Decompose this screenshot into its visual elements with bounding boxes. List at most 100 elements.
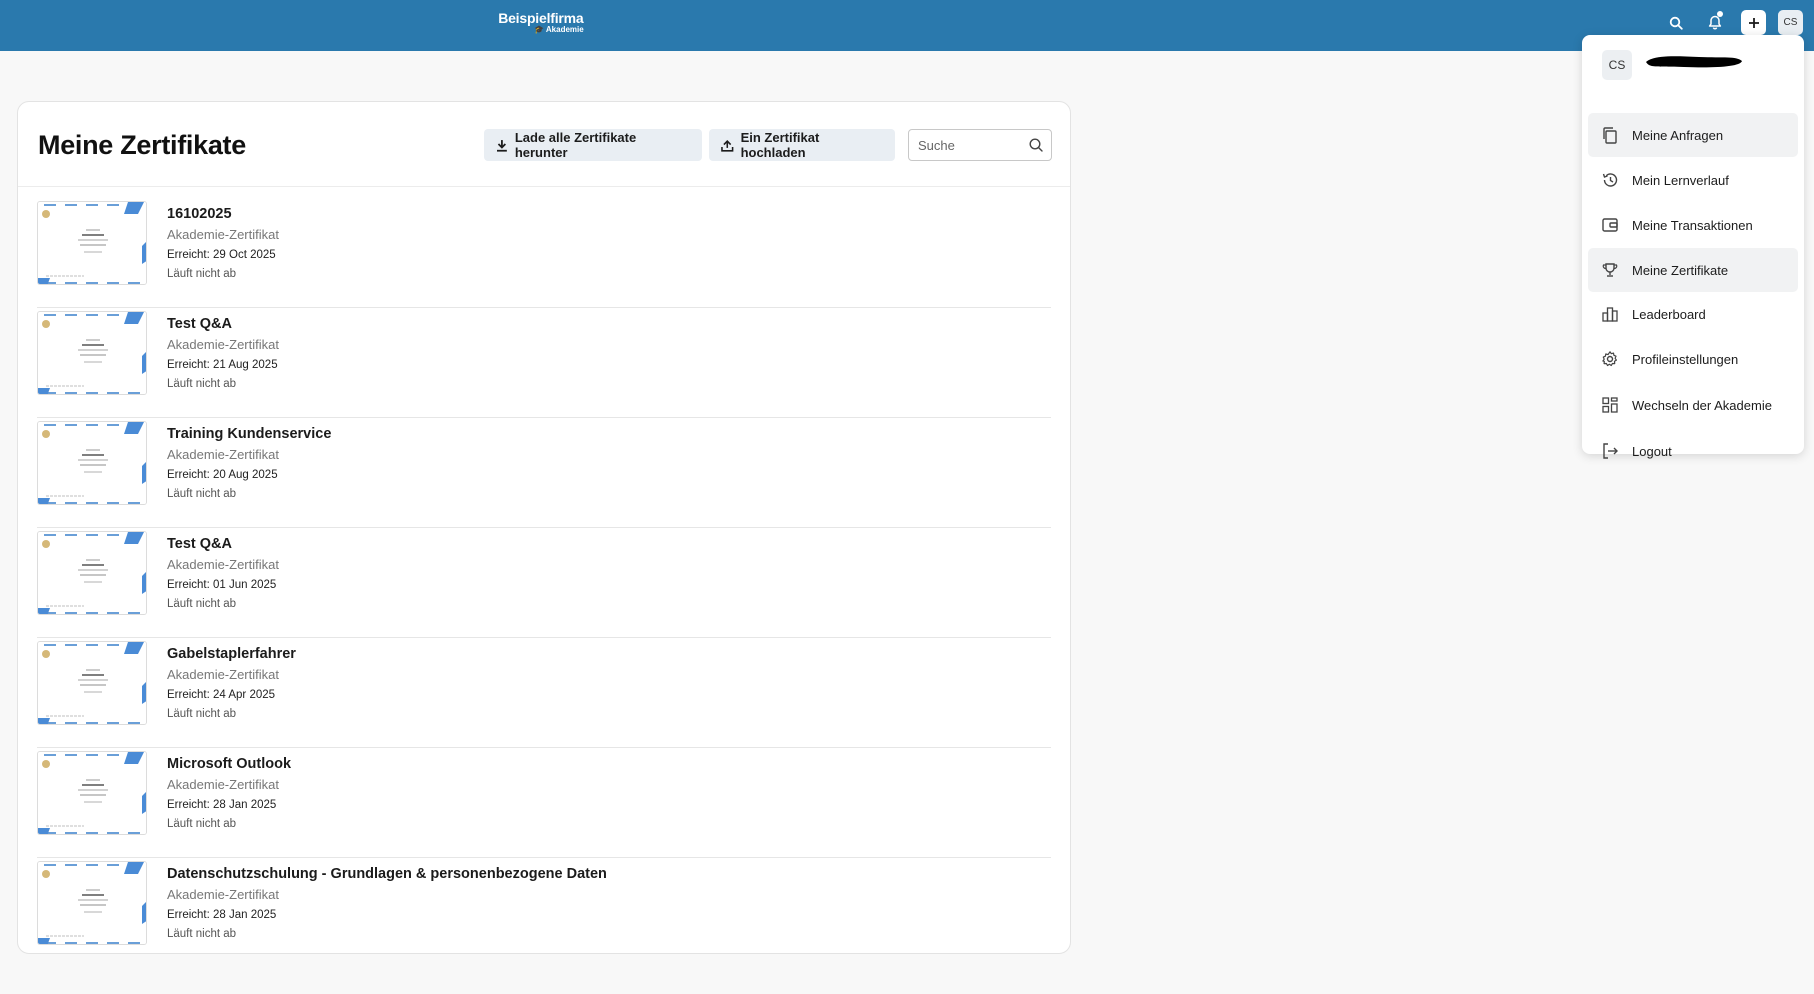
menu-item-label: Mein Lernverlauf xyxy=(1632,172,1729,188)
certificate-thumbnail[interactable] xyxy=(37,421,147,505)
plus-icon xyxy=(1748,17,1759,28)
certificate-preview-graphic xyxy=(38,752,146,834)
menu-item-label: Logout xyxy=(1632,443,1672,459)
certificate-title[interactable]: Gabelstaplerfahrer xyxy=(167,646,296,662)
certificate-thumbnail[interactable] xyxy=(37,201,147,285)
search-field[interactable] xyxy=(908,129,1052,161)
certificate-achieved-date: Erreicht: 20 Aug 2025 xyxy=(167,469,278,481)
certificate-list: 16102025 Akademie-Zertifikat Erreicht: 29 … xyxy=(37,198,1051,968)
menu-item-label: Meine Anfragen xyxy=(1632,127,1724,143)
header-divider xyxy=(18,186,1070,187)
certificate-row[interactable]: 16102025 Akademie-Zertifikat Erreicht: 29 … xyxy=(37,198,1051,308)
user-menu: CS Meine Anfragen Mein Lernverlauf Meine T… xyxy=(1582,35,1804,459)
gear-icon xyxy=(1601,350,1619,368)
certificate-preview-graphic xyxy=(38,532,146,614)
certificate-expiry: Läuft nicht ab xyxy=(167,928,237,940)
certificate-preview-graphic xyxy=(38,422,146,504)
history-icon xyxy=(1601,171,1619,189)
search-button[interactable] xyxy=(1663,10,1688,35)
menu-item-meine-zertifikate[interactable]: Meine Zertifikate xyxy=(1588,248,1798,292)
certificate-row[interactable]: Gabelstaplerfahrer Akademie-Zertifikat Err… xyxy=(37,638,1051,748)
page-title: Meine Zertifikate xyxy=(38,130,246,160)
certificate-title[interactable]: Test Q&A xyxy=(167,316,232,332)
certificate-preview-graphic xyxy=(38,312,146,394)
menu-item-meine-anfragen[interactable]: Meine Anfragen xyxy=(1588,113,1798,157)
upload-label: Ein Zertifikat hochladen xyxy=(740,130,820,160)
menu-item-label: Profileinstellungen xyxy=(1632,351,1739,367)
certificate-type: Akademie-Zertifikat xyxy=(167,887,279,902)
menu-item-logout[interactable]: Logout xyxy=(1588,429,1798,473)
certificate-type: Akademie-Zertifikat xyxy=(167,337,279,352)
logout-icon xyxy=(1601,442,1619,460)
certificate-expiry: Läuft nicht ab xyxy=(167,488,237,500)
certificate-type: Akademie-Zertifikat xyxy=(167,667,279,682)
certificate-thumbnail[interactable] xyxy=(37,861,147,945)
certificate-title[interactable]: Microsoft Outlook xyxy=(167,756,291,772)
graduation-cap-icon: 🎓 xyxy=(534,25,544,34)
upload-icon xyxy=(721,139,734,152)
download-all-label: Lade alle Zertifikate herunter xyxy=(514,130,637,160)
search-icon[interactable] xyxy=(1028,137,1044,153)
menu-item-label: Leaderboard xyxy=(1632,306,1706,322)
grid-icon xyxy=(1601,396,1619,414)
certificate-type: Akademie-Zertifikat xyxy=(167,227,279,242)
certificate-thumbnail[interactable] xyxy=(37,641,147,725)
certificate-preview-graphic xyxy=(38,642,146,724)
search-icon xyxy=(1669,16,1683,30)
certificate-thumbnail[interactable] xyxy=(37,311,147,395)
certificate-row[interactable]: Training Kundenservice Akademie-Zertifika… xyxy=(37,418,1051,528)
certificate-achieved-date: Erreicht: 24 Apr 2025 xyxy=(167,689,276,701)
menu-item-leaderboard[interactable]: Leaderboard xyxy=(1588,292,1798,336)
notification-dot xyxy=(1717,11,1723,17)
certificate-thumbnail[interactable] xyxy=(37,751,147,835)
certificate-expiry: Läuft nicht ab xyxy=(167,708,237,720)
avatar-button[interactable]: CS xyxy=(1778,10,1803,35)
search-input[interactable] xyxy=(909,130,1019,160)
certificate-thumbnail[interactable] xyxy=(37,531,147,615)
menu-item-profileinstellungen[interactable]: Profileinstellungen xyxy=(1588,337,1798,381)
certificate-expiry: Läuft nicht ab xyxy=(167,268,237,280)
logo-subtitle-text: Akademie xyxy=(545,25,584,34)
certificate-row[interactable]: Test Q&A Akademie-Zertifikat Erreicht: 01 … xyxy=(37,528,1051,638)
top-bar: Beispielfirma 🎓 Akademie CS xyxy=(0,0,1814,51)
certificate-title[interactable]: Test Q&A xyxy=(167,536,232,552)
certificate-expiry: Läuft nicht ab xyxy=(167,378,237,390)
menu-item-wechseln-der-akademie[interactable]: Wechseln der Akademie xyxy=(1588,383,1798,427)
download-icon xyxy=(496,139,507,152)
add-button[interactable] xyxy=(1741,10,1766,35)
upload-certificate-button[interactable]: Ein Zertifikat hochladen xyxy=(709,129,895,161)
certificate-row[interactable]: Datenschutzschulung - Grundlagen & perso… xyxy=(37,858,1051,968)
certificate-preview-graphic xyxy=(38,202,146,284)
certificate-achieved-date: Erreicht: 21 Aug 2025 xyxy=(167,359,278,371)
menu-item-label: Meine Zertifikate xyxy=(1632,262,1729,278)
certificate-achieved-date: Erreicht: 28 Jan 2025 xyxy=(167,909,277,921)
download-all-button[interactable]: Lade alle Zertifikate herunter xyxy=(484,129,702,161)
notifications-button[interactable] xyxy=(1702,10,1727,35)
wallet-icon xyxy=(1601,216,1619,234)
menu-item-mein-lernverlauf[interactable]: Mein Lernverlauf xyxy=(1588,158,1798,202)
logo-title: Beispielfirma xyxy=(498,10,584,26)
menu-item-label: Meine Transaktionen xyxy=(1632,217,1753,233)
menu-item-meine-transaktionen[interactable]: Meine Transaktionen xyxy=(1588,203,1798,247)
logo[interactable]: Beispielfirma 🎓 Akademie xyxy=(498,11,584,34)
certificate-row[interactable]: Test Q&A Akademie-Zertifikat Erreicht: 21 … xyxy=(37,308,1051,418)
certificate-title[interactable]: 16102025 xyxy=(167,206,232,222)
menu-item-label: Wechseln der Akademie xyxy=(1632,397,1772,413)
certificate-title[interactable]: Datenschutzschulung - Grundlagen & perso… xyxy=(167,866,607,882)
menu-avatar: CS xyxy=(1602,50,1632,80)
certificates-card: Meine Zertifikate Lade alle Zertifikate … xyxy=(17,101,1071,954)
redacted-username xyxy=(1646,56,1742,68)
copy-icon xyxy=(1601,126,1619,144)
certificate-expiry: Läuft nicht ab xyxy=(167,818,237,830)
certificate-row[interactable]: Microsoft Outlook Akademie-Zertifikat Erre… xyxy=(37,748,1051,858)
logo-subtitle: 🎓 Akademie xyxy=(498,26,584,34)
certificate-expiry: Läuft nicht ab xyxy=(167,598,237,610)
certificate-preview-graphic xyxy=(38,862,146,944)
certificate-title[interactable]: Training Kundenservice xyxy=(167,426,331,442)
certificate-achieved-date: Erreicht: 29 Oct 2025 xyxy=(167,249,276,261)
certificate-type: Akademie-Zertifikat xyxy=(167,777,279,792)
certificate-type: Akademie-Zertifikat xyxy=(167,557,279,572)
leaderboard-icon xyxy=(1601,305,1619,323)
certificate-achieved-date: Erreicht: 28 Jan 2025 xyxy=(167,799,277,811)
certificate-type: Akademie-Zertifikat xyxy=(167,447,279,462)
